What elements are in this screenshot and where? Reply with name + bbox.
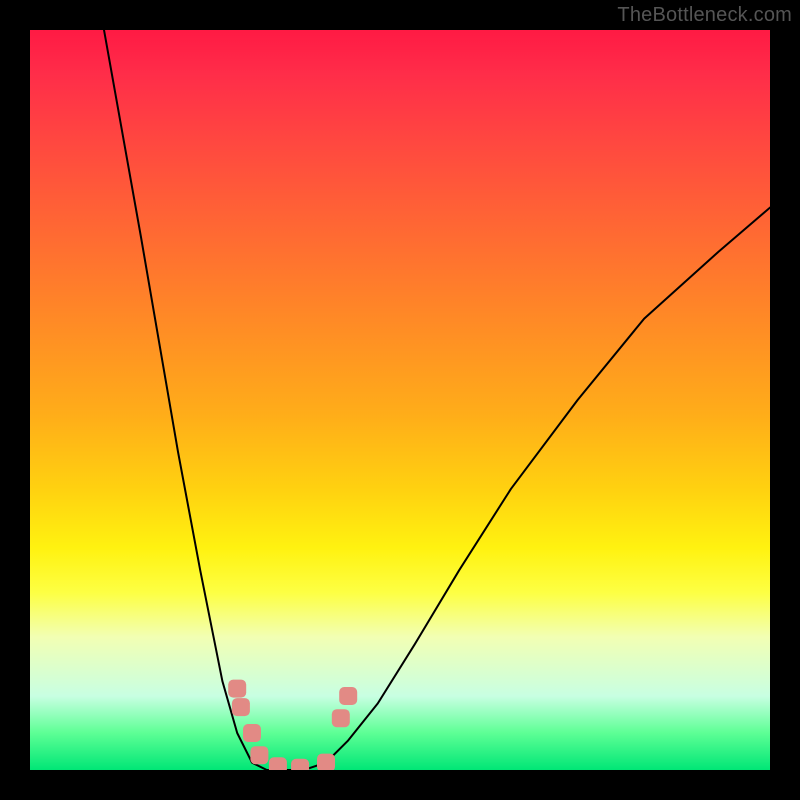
sample-point-marker [317,754,335,770]
sample-point-marker [332,709,350,727]
sample-points-group [228,680,357,770]
chart-svg [30,30,770,770]
sample-point-marker [269,757,287,770]
sample-point-marker [243,724,261,742]
sample-point-marker [232,698,250,716]
bottleneck-curve-line [104,30,770,770]
sample-point-marker [291,759,309,770]
sample-point-marker [228,680,246,698]
sample-point-marker [339,687,357,705]
frame: TheBottleneck.com [0,0,800,800]
watermark-text: TheBottleneck.com [617,4,792,27]
plot-area [30,30,770,770]
sample-point-marker [250,746,268,764]
